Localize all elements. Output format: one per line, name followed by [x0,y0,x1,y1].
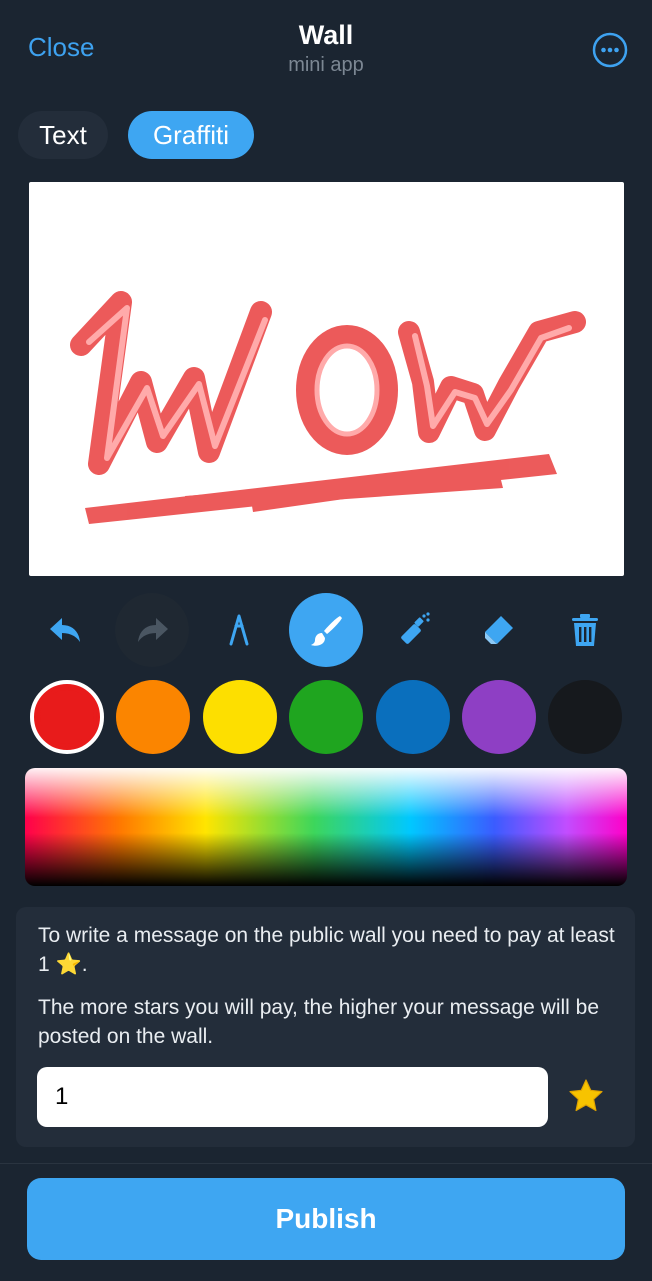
tab-text[interactable]: Text [18,111,108,159]
more-options-button[interactable] [592,32,628,68]
tab-graffiti[interactable]: Graffiti [128,111,254,159]
color-swatch-purple[interactable] [462,680,536,754]
eraser-tool-button[interactable] [462,593,536,667]
color-swatch-red[interactable] [30,680,104,754]
pen-icon [229,614,249,646]
undo-button[interactable] [29,593,103,667]
spray-icon [401,612,430,644]
color-swatch-green[interactable] [289,680,363,754]
color-swatch-yellow[interactable] [203,680,277,754]
pen-tool-button[interactable] [202,593,276,667]
color-swatch-orange[interactable] [116,680,190,754]
drawing-canvas[interactable] [29,182,624,576]
payment-requirement-suffix: . [81,953,88,976]
clear-canvas-button[interactable] [548,593,622,667]
trash-icon [572,614,598,646]
brush-tool-button[interactable] [289,593,363,667]
spray-tool-button[interactable] [375,593,449,667]
brush-icon [311,616,342,646]
header: Close Wall mini app [0,0,652,100]
inline-star-icon: ⭐ [55,953,82,976]
publish-button[interactable]: Publish [27,1178,625,1260]
payment-ranking-text: The more stars you will pay, the higher … [38,996,600,1048]
color-spectrum-picker[interactable] [25,768,627,886]
page-subtitle: mini app [288,54,364,76]
payment-requirement-text: To write a message on the public wall yo… [38,921,618,979]
eraser-icon [485,616,513,644]
payment-requirement-prefix: To write a message on the public wall yo… [38,924,615,976]
page-title: Wall [298,20,354,50]
graffiti-drawing [70,291,586,524]
payment-info-card: To write a message on the public wall yo… [16,907,635,1147]
redo-button[interactable] [115,593,189,667]
redo-icon [138,618,168,642]
color-swatch-black[interactable] [548,680,622,754]
color-swatch-blue[interactable] [376,680,450,754]
undo-icon [50,618,80,642]
star-icon [568,1078,604,1114]
stars-amount-input[interactable] [37,1067,548,1127]
ellipsis-circle-icon [592,32,628,68]
